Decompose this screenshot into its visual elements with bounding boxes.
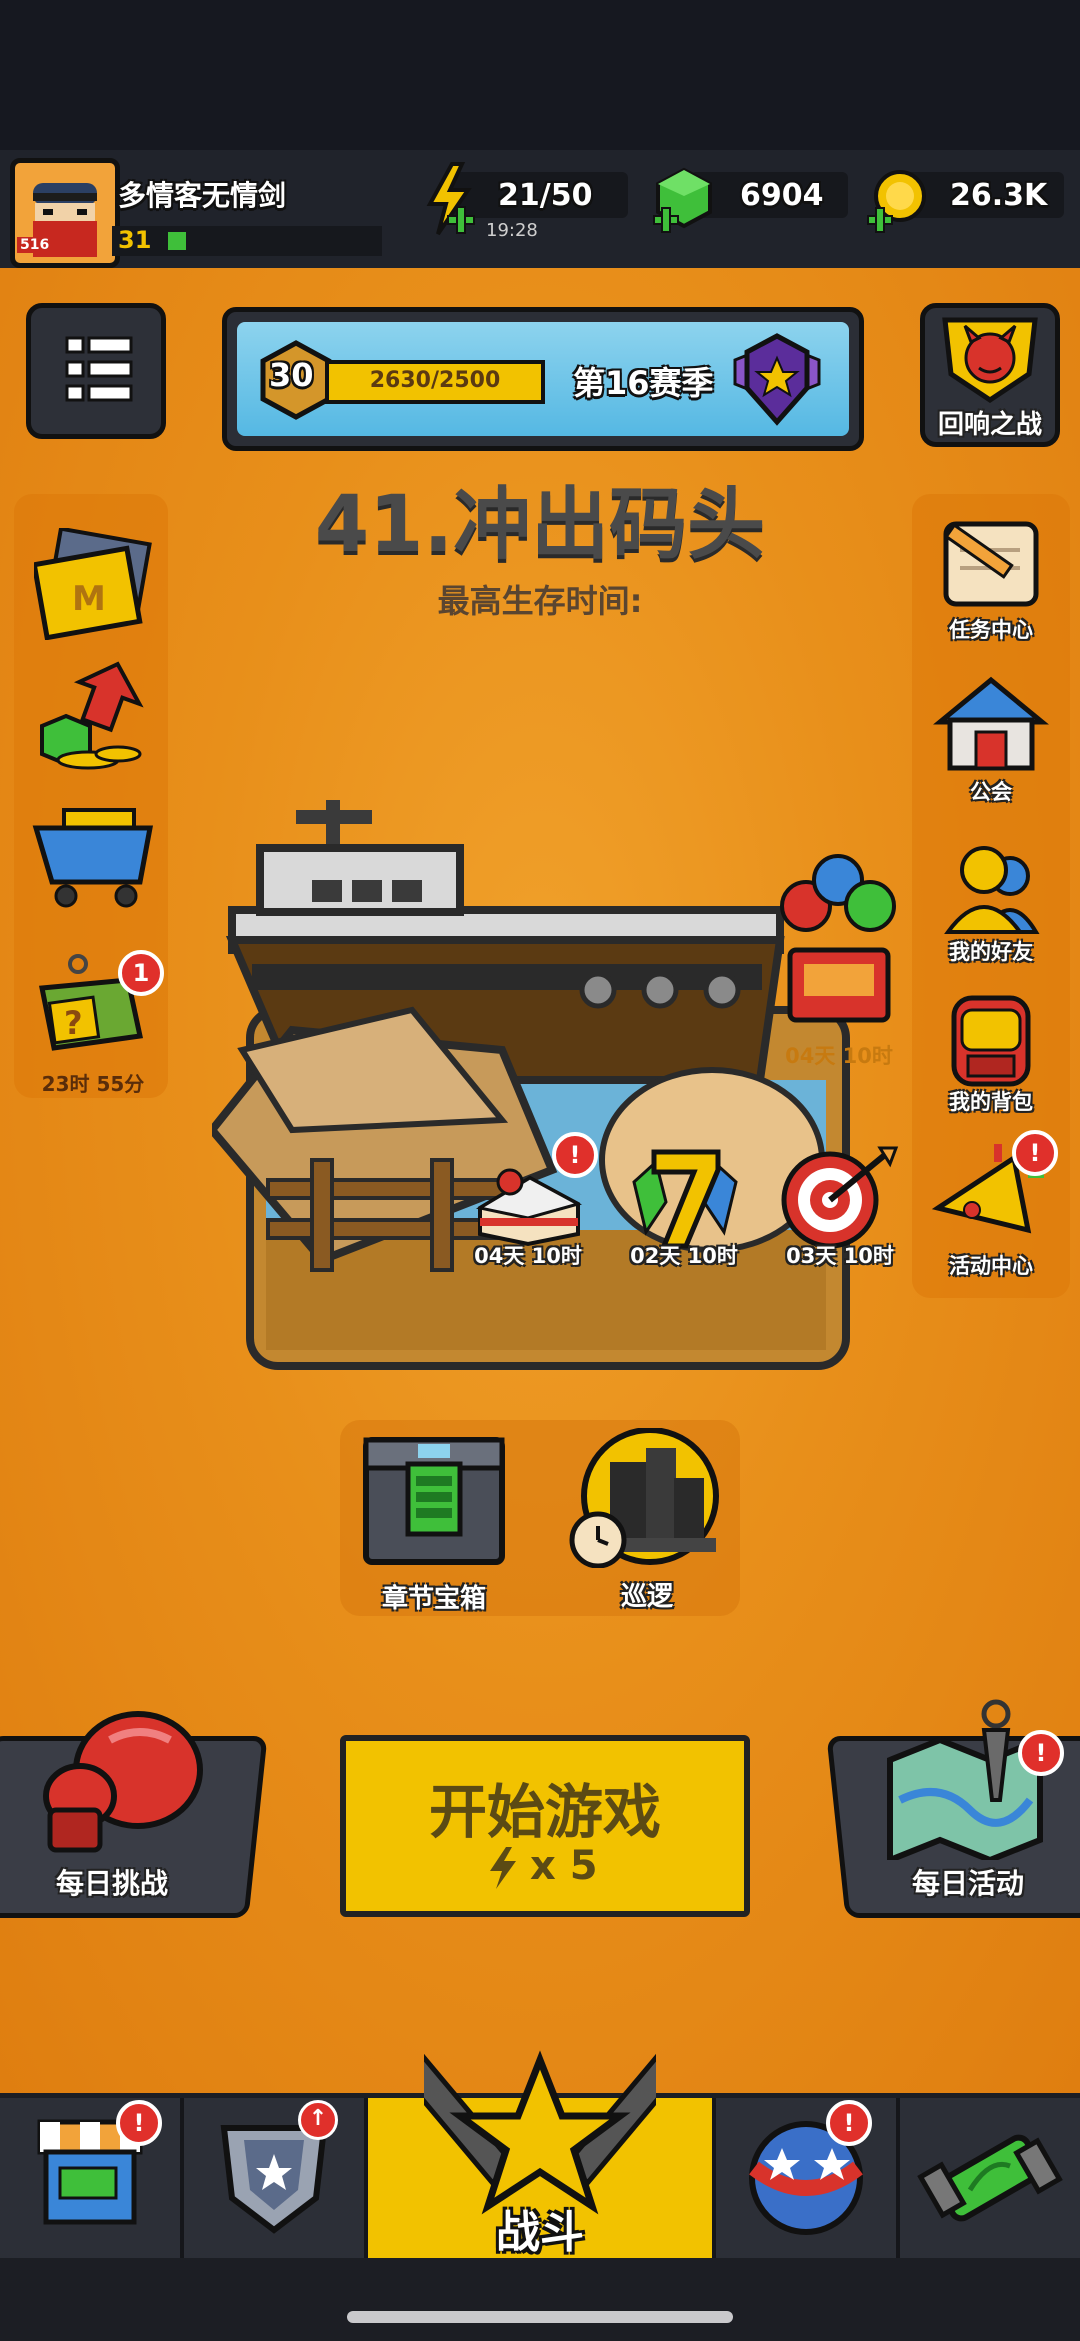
cake-event-timer: 04天 10时	[474, 1244, 582, 1268]
resource-bar: 516 多情客无情剑 31 21/50 19:28 6904 26.3K	[0, 150, 1080, 272]
friends-label: 我的好友	[949, 940, 1033, 964]
season-trophy-icon	[727, 330, 827, 430]
home-indicator[interactable]	[347, 2311, 733, 2323]
nav-tab-equipment[interactable]	[184, 2098, 368, 2258]
daily-event-label: 每日活动	[911, 1867, 1024, 1900]
season-xp-bar: 2630/2500	[325, 360, 545, 404]
lucky7-event-button[interactable]	[626, 1142, 744, 1252]
energy-cost-icon	[486, 1845, 520, 1891]
nav-equipment-upgrade-icon: ↑	[298, 2100, 338, 2140]
scroll-pencil-icon	[943, 521, 1039, 607]
dna-tube-icon	[917, 2134, 1063, 2222]
events-center-badge: !	[1012, 1130, 1058, 1176]
backpack-icon	[951, 995, 1031, 1087]
svg-text:?: ?	[64, 1004, 83, 1042]
target-event-timer: 03天 10时	[786, 1244, 894, 1268]
gold-value: 26.3K	[950, 178, 1048, 213]
target-dart-icon	[781, 1146, 899, 1249]
chapter-chest-button[interactable]: 章节宝箱	[356, 1430, 512, 1614]
guild-button[interactable]: 公会	[924, 674, 1058, 804]
pass-card-icon: M	[31, 526, 152, 641]
events-center-label: 活动中心	[949, 1254, 1033, 1278]
growth-arrow-icon	[40, 661, 144, 770]
task-center-button[interactable]: 任务中心	[924, 514, 1058, 644]
echo-battle-button[interactable]: 回响之战	[920, 303, 1060, 447]
growth-button[interactable]	[36, 656, 152, 772]
nav-talent-badge: !	[826, 2100, 872, 2146]
season-panel[interactable]: 30 2630/2500 第16赛季	[222, 307, 864, 451]
player-avatar[interactable]: 516	[10, 158, 120, 268]
pass-card-button[interactable]: M	[31, 526, 154, 641]
energy-add-icon[interactable]	[418, 160, 478, 240]
season-rank-level: 30	[269, 356, 314, 394]
chapter-chest-label: 章节宝箱	[381, 1584, 486, 1614]
echo-battle-label: 回响之战	[937, 410, 1042, 440]
player-xp-fill	[168, 232, 186, 250]
season-xp-text: 2630/2500	[369, 368, 501, 393]
treasure-map-icon	[880, 1690, 1050, 1865]
treasure-chest-icon	[363, 1437, 505, 1565]
player-level: 31	[118, 226, 152, 254]
avatar-tag: 516	[17, 237, 53, 253]
energy-value: 21/50	[498, 178, 593, 213]
balloon-gift-button[interactable]	[776, 850, 902, 1046]
backpack-button[interactable]: 我的背包	[924, 990, 1058, 1120]
svg-text:M: M	[72, 579, 106, 619]
status-bar-area	[0, 0, 1080, 150]
gold-add-icon[interactable]	[866, 166, 930, 238]
season-label: 第16赛季	[573, 364, 714, 402]
shopping-cart-icon	[32, 808, 154, 908]
shop-cart-button[interactable]	[30, 792, 158, 916]
player-level-bar: 31	[112, 226, 382, 256]
lucky-seven-icon	[632, 1149, 738, 1249]
guild-house-icon	[933, 676, 1049, 771]
friends-icon	[944, 846, 1040, 934]
nav-tab-talent[interactable]	[716, 2098, 900, 2258]
gems-add-icon[interactable]	[652, 166, 716, 238]
task-center-label: 任务中心	[949, 618, 1033, 642]
energy-timer: 19:28	[486, 220, 538, 241]
friends-button[interactable]: 我的好友	[924, 836, 1058, 966]
daily-challenge-label: 每日挑战	[55, 1867, 168, 1900]
mystery-box-timer: 23时 55分	[41, 1072, 145, 1096]
player-name: 多情客无情剑	[118, 179, 287, 212]
guild-label: 公会	[970, 780, 1012, 804]
start-game-label: 开始游戏	[428, 1778, 661, 1846]
menu-list-icon	[65, 336, 133, 402]
mystery-box-badge: 1	[118, 950, 164, 996]
nav-battle-label: 战斗	[496, 2207, 584, 2258]
daily-event-badge: !	[1018, 1730, 1064, 1776]
boxing-glove-icon	[40, 1700, 210, 1860]
lucky7-event-timer: 02天 10时	[630, 1244, 738, 1268]
gems-value: 6904	[740, 178, 824, 213]
target-event-button[interactable]	[776, 1144, 900, 1250]
balloon-gift-icon	[780, 854, 896, 1023]
nav-tab-evolution[interactable]	[900, 2098, 1080, 2258]
nav-shop-badge: !	[116, 2100, 162, 2146]
menu-button[interactable]	[26, 303, 166, 439]
patrol-label: 巡逻	[620, 1582, 673, 1612]
cake-event-badge: !	[552, 1132, 598, 1178]
backpack-label: 我的背包	[949, 1090, 1033, 1114]
start-game-button[interactable]: 开始游戏 x 5	[340, 1735, 750, 1917]
energy-cost-text: x 5	[530, 1843, 598, 1889]
balloon-gift-timer: 04天 10时	[785, 1044, 893, 1068]
demon-shield-icon	[942, 317, 1038, 404]
patrol-clock-icon	[569, 1427, 719, 1569]
patrol-button[interactable]: 巡逻	[566, 1427, 728, 1612]
